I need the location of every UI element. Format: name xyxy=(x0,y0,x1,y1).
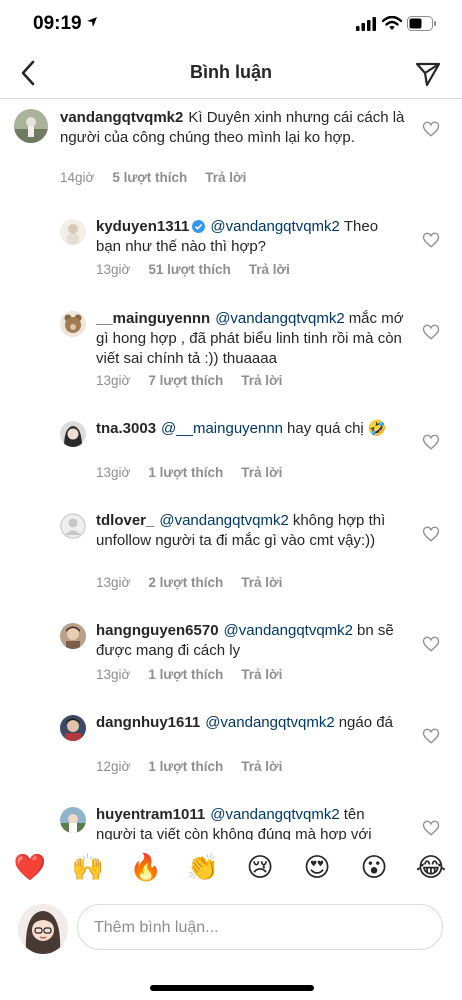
comment-item: huyentram1011 @vandangqtvqmk2 tên người ta… xyxy=(0,795,462,840)
reply-button[interactable]: Trả lời xyxy=(249,262,290,277)
comment-body: ngáo đá xyxy=(338,714,393,731)
send-icon[interactable] xyxy=(414,60,442,88)
comment-likes[interactable]: 51 lượt thích xyxy=(148,262,230,277)
comment-mention[interactable]: @vandangqtvqmk2 xyxy=(215,310,344,327)
home-indicator[interactable] xyxy=(150,985,314,991)
comment-likes[interactable]: 1 lượt thích xyxy=(148,759,223,774)
status-bar: 09:19 xyxy=(0,0,462,48)
heart-outline-icon[interactable] xyxy=(422,525,440,543)
comment-mention[interactable]: @vandangqtvqmk2 xyxy=(210,218,339,235)
comment-input[interactable] xyxy=(92,916,426,940)
my-avatar xyxy=(18,904,68,954)
avatar[interactable] xyxy=(60,513,86,539)
avatar[interactable] xyxy=(60,807,86,833)
comment-likes[interactable]: 2 lượt thích xyxy=(148,575,223,590)
reply-button[interactable]: Trả lời xyxy=(241,575,282,590)
heart-outline-icon[interactable] xyxy=(422,120,440,138)
comment-mention[interactable]: @vandangqtvqmk2 xyxy=(210,806,339,823)
status-time: 09:19 xyxy=(33,13,82,34)
heart-outline-icon[interactable] xyxy=(422,323,440,341)
comment-composer xyxy=(0,900,462,960)
comment-item: tdlover_ @vandangqtvqmk2 không hợp thì unf… xyxy=(0,501,462,611)
avatar[interactable] xyxy=(60,311,86,337)
emoji-heart-eyes[interactable]: 😍 xyxy=(300,850,334,884)
battery-icon xyxy=(407,16,436,31)
heart-outline-icon[interactable] xyxy=(422,231,440,249)
comment-body: hay quá chị 🤣 xyxy=(287,420,387,437)
reply-button[interactable]: Trả lời xyxy=(241,373,282,388)
comment-username[interactable]: dangnhuy1611 xyxy=(96,714,200,731)
comment-time: 14giờ xyxy=(60,170,95,185)
heart-outline-icon[interactable] xyxy=(422,433,440,451)
emoji-laugh-tears[interactable]: 😂 xyxy=(414,850,448,884)
emoji-heart[interactable]: ❤️ xyxy=(13,850,47,884)
comment-time: 13giờ xyxy=(96,465,131,480)
comment-time: 12giờ xyxy=(96,759,131,774)
avatar[interactable] xyxy=(14,109,48,143)
comment-username[interactable]: vandangqtvqmk2 xyxy=(60,109,183,126)
comment-likes[interactable]: 7 lượt thích xyxy=(148,373,223,388)
comment-mention[interactable]: @vandangqtvqmk2 xyxy=(159,512,288,529)
wifi-icon xyxy=(382,16,402,30)
comment-mention[interactable]: @__mainguyennn xyxy=(161,420,283,437)
comment-mention[interactable]: @vandangqtvqmk2 xyxy=(205,714,334,731)
emoji-raised-hands[interactable]: 🙌 xyxy=(71,850,105,884)
reply-button[interactable]: Trả lời xyxy=(241,667,282,682)
reply-button[interactable]: Trả lời xyxy=(241,759,282,774)
verified-badge-icon xyxy=(192,220,206,233)
nav-bar: Bình luận xyxy=(0,48,462,99)
comment-item: __mainguyennn @vandangqtvqmk2 mắc mớ gì ho… xyxy=(0,299,462,409)
comment-item: vandangqtvqmk2 Kì Duyên xinh nhưng cái cá… xyxy=(0,99,462,199)
avatar[interactable] xyxy=(60,623,86,649)
emoji-surprised[interactable]: 😮 xyxy=(357,850,391,884)
comment-username[interactable]: huyentram1011 xyxy=(96,806,205,823)
comment-username[interactable]: kyduyen1311 xyxy=(96,218,189,235)
heart-outline-icon[interactable] xyxy=(422,727,440,745)
heart-outline-icon[interactable] xyxy=(422,819,440,837)
comment-likes[interactable]: 1 lượt thích xyxy=(148,465,223,480)
page-title: Bình luận xyxy=(190,62,272,82)
comment-list: vandangqtvqmk2 Kì Duyên xinh nhưng cái cá… xyxy=(0,99,462,840)
emoji-clap[interactable]: 👏 xyxy=(186,850,220,884)
comment-input-box xyxy=(77,904,443,950)
avatar[interactable] xyxy=(60,421,86,447)
comment-username[interactable]: hangnguyen6570 xyxy=(96,622,219,639)
signal-icon xyxy=(356,17,376,31)
reply-button[interactable]: Trả lời xyxy=(241,465,282,480)
heart-outline-icon[interactable] xyxy=(422,635,440,653)
comment-time: 13giờ xyxy=(96,667,131,682)
comment-username[interactable]: __mainguyennn xyxy=(96,310,210,327)
emoji-fire[interactable]: 🔥 xyxy=(129,850,163,884)
comment-time: 13giờ xyxy=(96,373,131,388)
avatar[interactable] xyxy=(60,219,86,245)
reply-button[interactable]: Trả lời xyxy=(205,170,246,185)
emoji-reaction-bar: ❤️ 🙌 🔥 👏 😢 😍 😮 😂 xyxy=(0,850,462,894)
comment-item: kyduyen1311 @vandangqtvqmk2 Theo bạn như t… xyxy=(0,207,462,299)
comment-likes[interactable]: 1 lượt thích xyxy=(148,667,223,682)
comment-mention[interactable]: @vandangqtvqmk2 xyxy=(224,622,353,639)
comment-item: dangnhuy1611 @vandangqtvqmk2 ngáo đá 12giờ… xyxy=(0,703,462,795)
comment-time: 13giờ xyxy=(96,262,131,277)
comment-time: 13giờ xyxy=(96,575,131,590)
comment-likes[interactable]: 5 lượt thích xyxy=(112,170,187,185)
comment-item: hangnguyen6570 @vandangqtvqmk2 bn sẽ được … xyxy=(0,611,462,703)
comment-username[interactable]: tdlover_ xyxy=(96,512,154,529)
avatar[interactable] xyxy=(60,715,86,741)
comment-item: tna.3003 @__mainguyennn hay quá chị 🤣 13gi… xyxy=(0,409,462,501)
comment-username[interactable]: tna.3003 xyxy=(96,420,156,437)
emoji-cry[interactable]: 😢 xyxy=(243,850,277,884)
location-arrow-icon xyxy=(87,17,97,27)
